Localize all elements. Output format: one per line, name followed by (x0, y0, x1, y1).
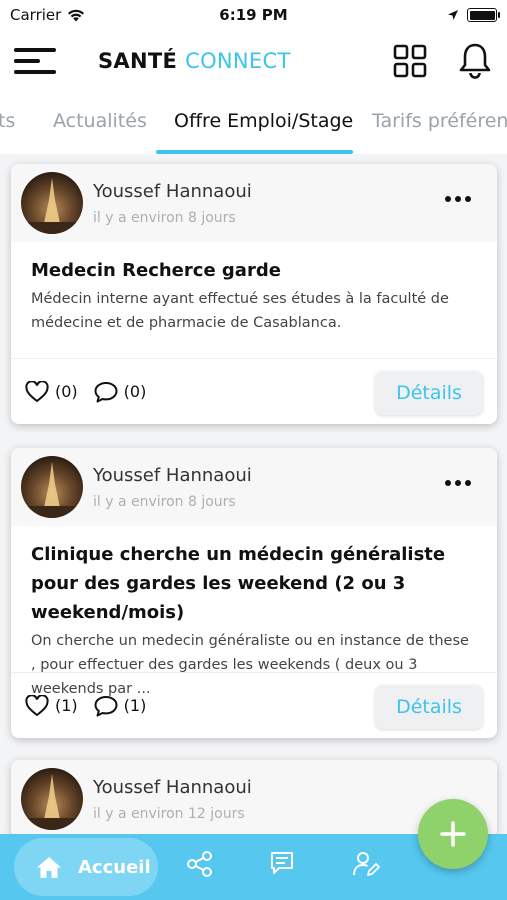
avatar[interactable] (21, 172, 83, 234)
status-bar: Carrier 6:19 PM (0, 0, 507, 30)
like-stat[interactable]: (1) (25, 694, 78, 717)
post-description: Médecin interne ayant effectué ses étude… (31, 291, 449, 331)
tab-tarifs-preferentiels[interactable]: Tarifs préférentie (372, 110, 507, 132)
author-name[interactable]: Youssef Hannaoui (93, 181, 252, 202)
comment-stat[interactable]: (0) (94, 381, 147, 403)
post-title: Clinique cherche un médecin généraliste … (31, 544, 446, 623)
avatar[interactable] (21, 456, 83, 518)
post-footer: (1) (1) Détails (11, 672, 497, 738)
nav-home-button[interactable]: Accueil (14, 838, 158, 896)
add-post-button[interactable] (418, 799, 488, 869)
author-info: Youssef Hannaoui il y a environ 12 jours (93, 777, 252, 822)
menu-icon[interactable] (14, 46, 56, 76)
post-title: Medecin Recherce garde (31, 260, 281, 281)
more-options-icon[interactable] (445, 480, 471, 486)
comment-icon[interactable] (94, 695, 118, 717)
details-button[interactable]: Détails (375, 685, 483, 729)
heart-icon[interactable] (25, 694, 49, 717)
nav-home-label: Accueil (78, 856, 151, 878)
grid-icon[interactable] (393, 44, 427, 78)
post-header: Youssef Hannaoui il y a environ 8 jours (11, 164, 497, 242)
avatar[interactable] (21, 768, 83, 830)
author-name[interactable]: Youssef Hannaoui (93, 777, 252, 798)
post-header: Youssef Hannaoui il y a environ 8 jours (11, 448, 497, 526)
comment-stat[interactable]: (1) (94, 695, 147, 717)
details-button[interactable]: Détails (375, 371, 483, 415)
heart-icon[interactable] (25, 380, 49, 403)
plus-icon (440, 821, 466, 847)
like-stat[interactable]: (0) (25, 380, 78, 403)
post-card: Youssef Hannaoui il y a environ 8 jours … (11, 164, 497, 424)
carrier-label: Carrier (10, 6, 62, 24)
like-count: (0) (55, 382, 78, 401)
post-body[interactable]: Clinique cherche un médecin généraliste … (11, 526, 497, 697)
battery-icon (467, 8, 500, 22)
header-actions (393, 42, 493, 80)
author-info: Youssef Hannaoui il y a environ 8 jours (93, 181, 252, 226)
status-right (447, 8, 500, 22)
comment-icon[interactable] (94, 381, 118, 403)
post-time: il y a environ 8 jours (93, 209, 236, 226)
user-edit-icon[interactable] (352, 850, 380, 878)
battery-level (469, 10, 495, 20)
location-arrow-icon (448, 10, 458, 20)
post-footer: (0) (0) Détails (11, 358, 497, 424)
category-tabs: ts Actualités Offre Emploi/Stage Tarifs … (0, 96, 507, 154)
tab-previous[interactable]: ts (0, 110, 15, 132)
tab-actualites[interactable]: Actualités (53, 110, 147, 132)
post-body[interactable]: Medecin Recherce garde Médecin interne a… (11, 242, 497, 358)
author-name[interactable]: Youssef Hannaoui (93, 465, 252, 486)
brand-logo: SANTÉ CONNECT (98, 49, 291, 73)
more-options-icon[interactable] (445, 196, 471, 202)
share-icon[interactable] (186, 850, 214, 878)
post-time: il y a environ 8 jours (93, 493, 236, 510)
comment-count: (0) (123, 382, 147, 401)
brand-part2: CONNECT (185, 49, 291, 73)
author-info: Youssef Hannaoui il y a environ 8 jours (93, 465, 252, 510)
post-card: Youssef Hannaoui il y a environ 8 jours … (11, 448, 497, 738)
like-count: (1) (55, 696, 78, 715)
app-header: SANTÉ CONNECT (0, 30, 507, 92)
wifi-icon (68, 9, 85, 21)
posts-feed[interactable]: Youssef Hannaoui il y a environ 8 jours … (0, 154, 507, 834)
tab-offre-emploi-stage[interactable]: Offre Emploi/Stage (174, 110, 353, 132)
home-icon (37, 857, 61, 878)
chat-icon[interactable] (269, 850, 295, 876)
comment-count: (1) (123, 696, 147, 715)
status-left: Carrier (10, 6, 85, 24)
bell-icon[interactable] (457, 42, 493, 80)
brand-part1: SANTÉ (98, 49, 178, 73)
post-time: il y a environ 12 jours (93, 805, 245, 822)
